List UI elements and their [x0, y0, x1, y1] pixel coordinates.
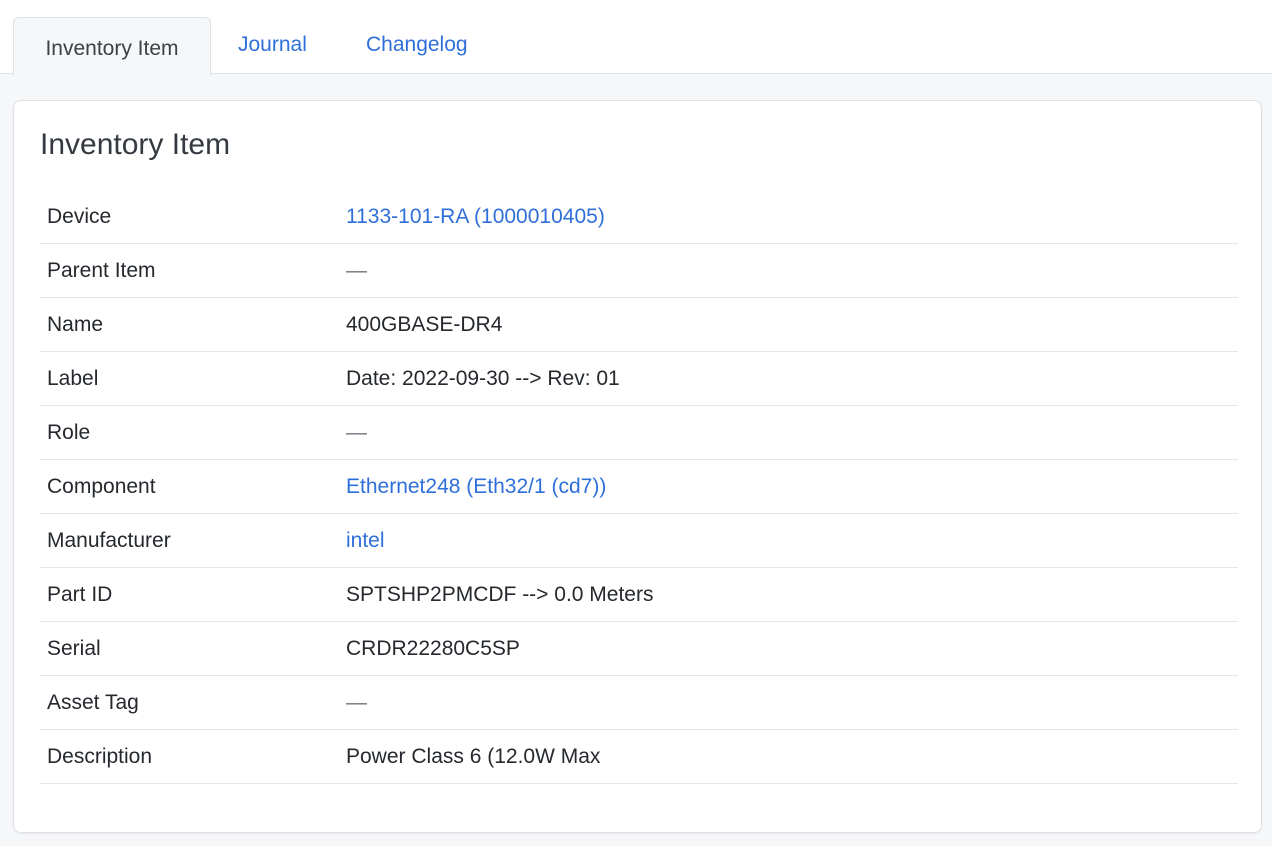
role-value: —	[339, 405, 1238, 460]
row-manufacturer: Manufacturer intel	[40, 513, 1238, 568]
manufacturer-label: Manufacturer	[40, 513, 339, 568]
row-component: Component Ethernet248 (Eth32/1 (cd7))	[40, 459, 1238, 514]
part-id-value: SPTSHP2PMCDF --> 0.0 Meters	[339, 567, 1238, 622]
description-label: Description	[40, 729, 339, 784]
row-name: Name 400GBASE-DR4	[40, 297, 1238, 352]
tab-journal[interactable]: Journal	[238, 17, 307, 75]
tab-strip: Inventory Item Journal Changelog	[0, 0, 1272, 75]
component-value-cell: Ethernet248 (Eth32/1 (cd7))	[339, 459, 1238, 514]
serial-label: Serial	[40, 621, 339, 676]
component-link[interactable]: Ethernet248 (Eth32/1 (cd7))	[346, 475, 606, 498]
parent-item-label: Parent Item	[40, 243, 339, 298]
device-label: Device	[40, 190, 339, 244]
row-description: Description Power Class 6 (12.0W Max	[40, 729, 1238, 784]
part-id-label: Part ID	[40, 567, 339, 622]
row-role: Role —	[40, 405, 1238, 460]
device-value-cell: 1133-101-RA (1000010405)	[339, 190, 1238, 244]
name-value: 400GBASE-DR4	[339, 297, 1238, 352]
manufacturer-value-cell: intel	[339, 513, 1238, 568]
asset-tag-label: Asset Tag	[40, 675, 339, 730]
row-asset-tag: Asset Tag —	[40, 675, 1238, 730]
row-device: Device 1133-101-RA (1000010405)	[40, 190, 1238, 244]
label-label: Label	[40, 351, 339, 406]
manufacturer-link[interactable]: intel	[346, 529, 385, 552]
attributes-table: Device 1133-101-RA (1000010405) Parent I…	[40, 190, 1238, 784]
role-label: Role	[40, 405, 339, 460]
tab-inventory-item[interactable]: Inventory Item	[13, 17, 211, 75]
row-parent-item: Parent Item —	[40, 243, 1238, 298]
serial-value: CRDR22280C5SP	[339, 621, 1238, 676]
parent-item-value: —	[339, 243, 1238, 298]
asset-tag-value: —	[339, 675, 1238, 730]
device-link[interactable]: 1133-101-RA (1000010405)	[346, 205, 605, 228]
row-label: Label Date: 2022-09-30 --> Rev: 01	[40, 351, 1238, 406]
inventory-item-card: Inventory Item Device 1133-101-RA (10000…	[13, 100, 1262, 833]
card-title: Inventory Item	[40, 128, 231, 161]
row-part-id: Part ID SPTSHP2PMCDF --> 0.0 Meters	[40, 567, 1238, 622]
description-value: Power Class 6 (12.0W Max	[339, 729, 1238, 784]
name-label: Name	[40, 297, 339, 352]
row-serial: Serial CRDR22280C5SP	[40, 621, 1238, 676]
tab-changelog[interactable]: Changelog	[366, 17, 468, 75]
label-value: Date: 2022-09-30 --> Rev: 01	[339, 351, 1238, 406]
component-label: Component	[40, 459, 339, 514]
